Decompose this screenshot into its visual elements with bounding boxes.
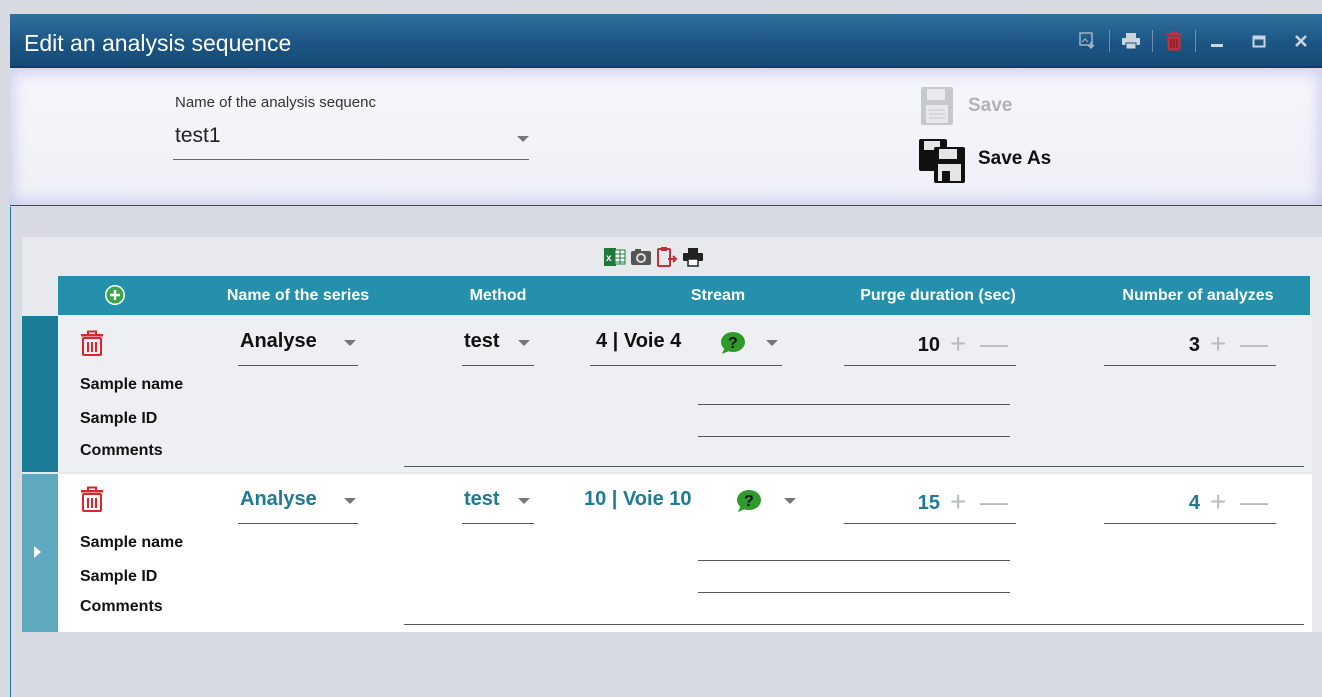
export-image-icon[interactable]: [1067, 28, 1109, 54]
close-icon[interactable]: [1280, 28, 1322, 54]
table-row: Sample name Sample ID Comments Analyse t…: [22, 316, 1312, 472]
chevron-down-icon: [344, 340, 356, 346]
number-of-analyzes-value: 4: [1188, 492, 1200, 514]
svg-text:?: ?: [728, 335, 738, 352]
export-clipboard-icon[interactable]: [656, 246, 678, 268]
series-value: Analyse: [240, 330, 317, 352]
sample-id-label: Sample ID: [80, 568, 158, 585]
column-header-purge-duration[interactable]: Purge duration (sec): [818, 276, 1058, 315]
stream-value: 4 | Voie 4: [596, 330, 682, 352]
column-header-series[interactable]: Name of the series: [198, 276, 398, 315]
trash-icon[interactable]: [80, 486, 106, 512]
print-icon[interactable]: [682, 246, 704, 268]
plus-icon[interactable]: +: [950, 486, 966, 518]
help-icon[interactable]: ?: [720, 331, 746, 360]
save-as-button[interactable]: Save As: [918, 134, 1051, 184]
chevron-down-icon: [518, 498, 530, 504]
sample-id-input[interactable]: [698, 592, 1010, 593]
comments-input[interactable]: [404, 466, 1304, 467]
sample-id-input[interactable]: [698, 436, 1010, 437]
row-body: Sample name Sample ID Comments Analyse t…: [58, 474, 1312, 632]
chevron-down-icon: [344, 498, 356, 504]
minus-icon[interactable]: —: [1240, 486, 1268, 518]
row-body: Sample name Sample ID Comments Analyse t…: [58, 316, 1312, 472]
purge-duration-stepper[interactable]: 15 + —: [844, 484, 1016, 524]
purge-duration-stepper[interactable]: 10 + —: [844, 326, 1016, 366]
print-icon[interactable]: [1110, 28, 1152, 54]
svg-text:x: x: [606, 253, 612, 264]
comments-label: Comments: [80, 442, 163, 459]
save-label: Save: [968, 95, 1013, 116]
sample-name-label: Sample name: [80, 376, 184, 393]
series-value: Analyse: [240, 488, 317, 510]
stream-dropdown[interactable]: 4 | Voie 4 ?: [590, 326, 782, 366]
floppy-disk-icon: [921, 87, 953, 125]
save-as-icon: [919, 139, 965, 183]
sample-name-input[interactable]: [698, 560, 1010, 561]
comments-label: Comments: [80, 598, 163, 615]
plus-icon[interactable]: +: [950, 328, 966, 360]
purge-duration-value: 10: [917, 334, 940, 356]
plus-icon[interactable]: +: [1210, 328, 1226, 360]
minimize-icon[interactable]: [1196, 28, 1238, 54]
method-dropdown[interactable]: test: [462, 484, 534, 524]
minus-icon[interactable]: —: [980, 328, 1008, 360]
window-title: Edit an analysis sequence: [24, 30, 292, 56]
column-header-method[interactable]: Method: [448, 276, 548, 315]
save-button[interactable]: Save: [920, 84, 1012, 128]
edit-sequence-window: Edit an analysis sequence Name of the an…: [0, 0, 1322, 697]
method-dropdown[interactable]: test: [462, 326, 534, 366]
column-header-number-of-analyzes[interactable]: Number of analyzes: [1088, 276, 1308, 315]
row-selector[interactable]: [22, 474, 58, 632]
minus-icon[interactable]: —: [980, 486, 1008, 518]
delete-icon[interactable]: [1153, 28, 1195, 54]
sequence-name-value: test1: [175, 124, 221, 147]
number-of-analyzes-stepper[interactable]: 3 + —: [1104, 326, 1276, 366]
add-row-icon[interactable]: [104, 284, 126, 306]
grid-toolbar: x: [604, 246, 704, 268]
sequence-name-dropdown[interactable]: test1: [173, 118, 529, 160]
maximize-icon[interactable]: [1238, 28, 1280, 54]
comments-input[interactable]: [404, 624, 1304, 625]
sample-id-label: Sample ID: [80, 410, 158, 427]
excel-icon[interactable]: x: [604, 246, 626, 268]
table-row: Sample name Sample ID Comments Analyse t…: [22, 474, 1312, 632]
svg-text:?: ?: [744, 493, 754, 510]
trash-icon[interactable]: [80, 330, 106, 356]
method-value: test: [464, 488, 500, 510]
method-value: test: [464, 330, 500, 352]
sample-name-input[interactable]: [698, 404, 1010, 405]
chevron-down-icon: [517, 136, 529, 142]
chevron-down-icon: [518, 340, 530, 346]
column-header-stream[interactable]: Stream: [618, 276, 818, 315]
row-selector[interactable]: [22, 316, 58, 472]
sequence-name-label: Name of the analysis sequenc: [175, 94, 376, 111]
stream-value: 10 | Voie 10: [584, 488, 692, 510]
help-icon[interactable]: ?: [736, 489, 762, 518]
number-of-analyzes-stepper[interactable]: 4 + —: [1104, 484, 1276, 524]
minus-icon[interactable]: —: [1240, 328, 1268, 360]
row-pointer-icon: [34, 546, 41, 558]
chevron-down-icon: [784, 498, 796, 504]
sequence-header-panel: Name of the analysis sequenc test1 Save: [10, 70, 1322, 206]
grid-header: Name of the series Method Stream Purge d…: [58, 276, 1310, 315]
purge-duration-value: 15: [917, 492, 940, 514]
title-bar-icons: [1067, 28, 1322, 54]
plus-icon[interactable]: +: [1210, 486, 1226, 518]
title-bar: Edit an analysis sequence: [10, 14, 1322, 68]
series-dropdown[interactable]: Analyse: [238, 326, 358, 366]
number-of-analyzes-value: 3: [1188, 334, 1200, 356]
save-as-label: Save As: [978, 148, 1052, 169]
camera-icon[interactable]: [630, 246, 652, 268]
stream-dropdown[interactable]: 10 | Voie 10 ?: [584, 484, 806, 524]
sample-name-label: Sample name: [80, 534, 184, 551]
chevron-down-icon: [766, 340, 778, 346]
series-dropdown[interactable]: Analyse: [238, 484, 358, 524]
